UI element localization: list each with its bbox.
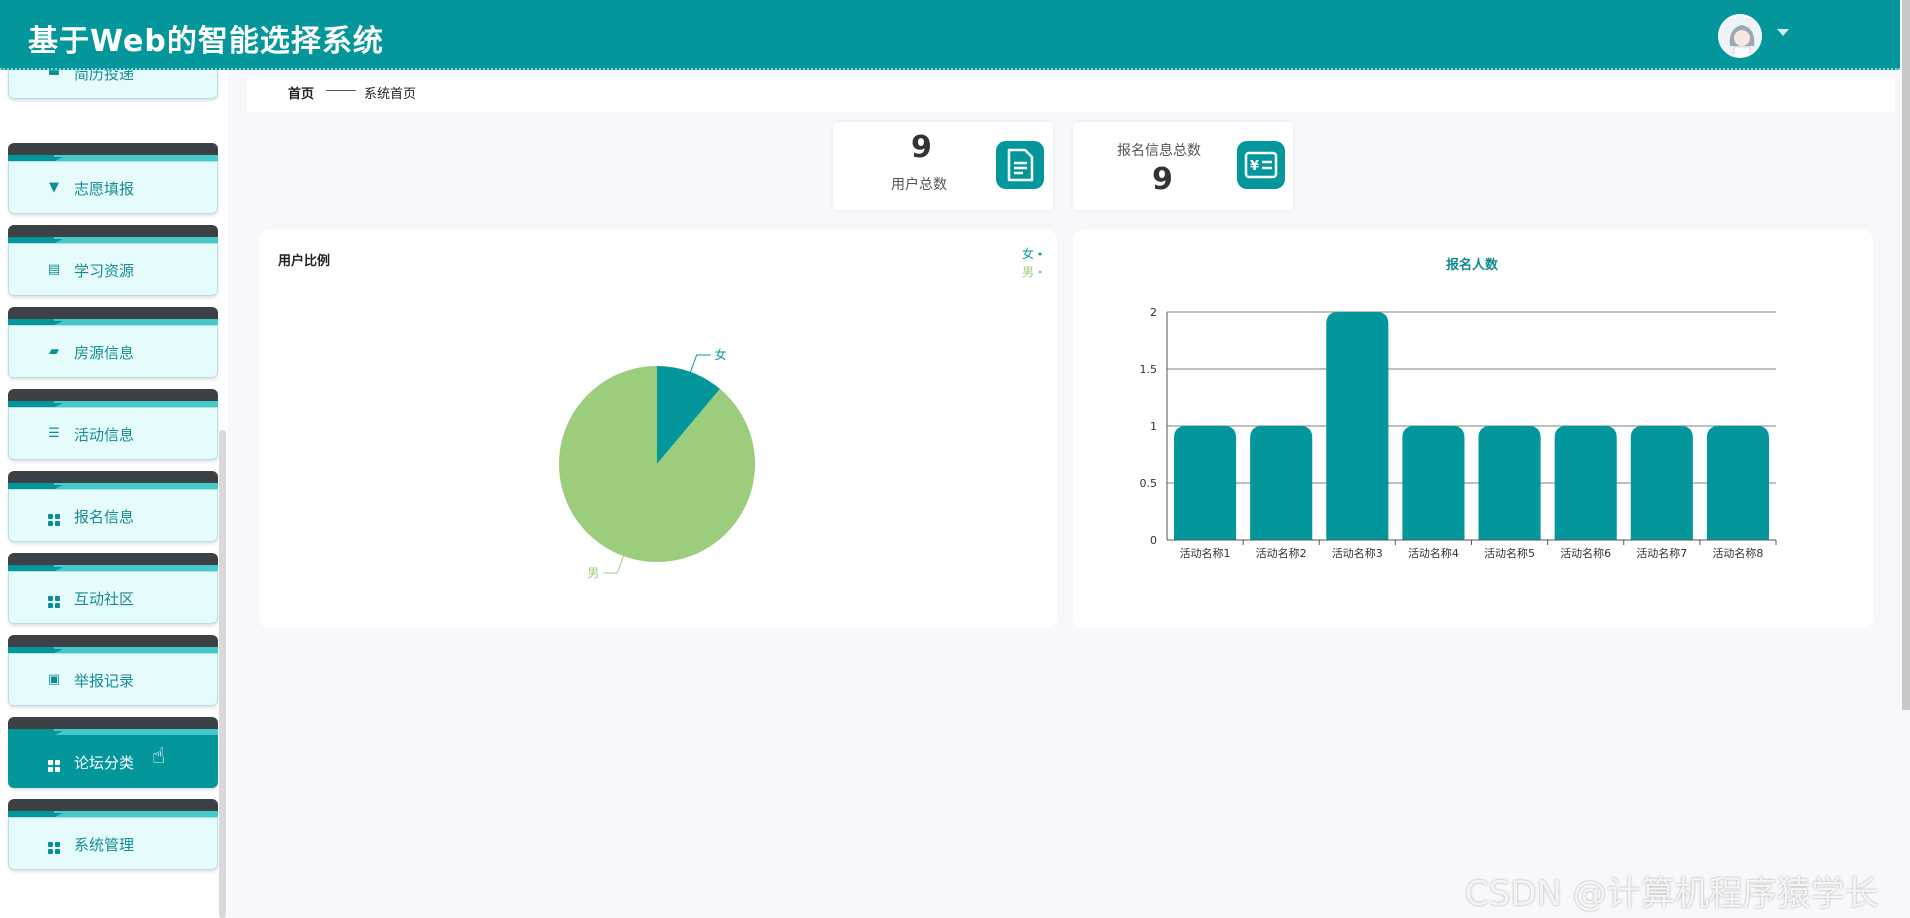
sidebar-item-resume[interactable]: ▬ 简历投递: [8, 70, 218, 99]
sidebar-item-volunteer[interactable]: ▼ 志愿填报: [8, 143, 218, 214]
page-scrollbar[interactable]: [1902, 0, 1910, 710]
document-icon: [996, 141, 1044, 189]
breadcrumb: [247, 78, 1895, 112]
pie-chart: 女男女男: [558, 246, 1042, 580]
pie-slice-label: 男: [587, 566, 599, 580]
clipboard-x-icon: ▣: [47, 672, 61, 687]
stat-card-users: 9 用户总数: [833, 122, 1053, 210]
chevron-down-icon[interactable]: [1777, 29, 1789, 36]
y-tick-label: 1: [1150, 420, 1157, 433]
pie-slice-label: 女: [715, 347, 727, 362]
clipboard-icon: ▤: [47, 262, 61, 277]
sidebar-item-label: 论坛分类: [74, 754, 135, 772]
sidebar-item-forum-category[interactable]: 论坛分类: [8, 717, 218, 788]
legend-item[interactable]: 男: [1022, 265, 1034, 279]
pie-label-line: [603, 555, 624, 574]
x-tick-label: 活动名称1: [1180, 546, 1231, 560]
sidebar-item-label: 简历投递: [74, 70, 135, 83]
sidebar-item-label: 互动社区: [74, 590, 135, 608]
y-tick-label: 1.5: [1140, 363, 1158, 376]
bar[interactable]: [1478, 426, 1541, 540]
grid-icon: [47, 509, 61, 526]
ticket-icon: ▰: [49, 344, 59, 359]
signup-count-panel: 报名人数 0 0.5 1 1.5 2 活动名称1 活动名称2 活动名称3 活动名称4 活动名称5 活…: [1073, 230, 1873, 628]
app-title: 基于Web的智能选择系统: [28, 24, 384, 59]
user-ratio-panel: 用户比例 女男女男: [259, 230, 1057, 628]
grid-icon: [47, 837, 61, 854]
x-tick-label: 活动名称8: [1712, 546, 1763, 560]
sidebar-item-reports[interactable]: ▣ 举报记录: [8, 635, 218, 706]
hand-cursor-icon: ☝: [152, 744, 166, 769]
x-tick-label: 活动名称4: [1408, 546, 1459, 560]
sidebar-item-study[interactable]: ▤ 学习资源: [8, 225, 218, 296]
user-avatar[interactable]: [1718, 14, 1762, 58]
sidebar-item-label: 活动信息: [74, 426, 135, 444]
y-tick-label: 0: [1150, 534, 1157, 547]
stat-value: 9: [1152, 162, 1173, 197]
stat-label: 用户总数: [891, 177, 947, 193]
bar[interactable]: [1402, 426, 1465, 540]
grid-icon: [47, 755, 61, 772]
bar[interactable]: [1706, 426, 1769, 540]
pie-label-line: [690, 354, 711, 373]
avatar-image: [1720, 16, 1760, 56]
bar[interactable]: [1630, 426, 1693, 540]
pie-slice[interactable]: [558, 366, 755, 562]
monitor-icon: ▬: [47, 70, 61, 80]
sidebar-item-label: 系统管理: [74, 836, 135, 854]
grid-icon: [47, 591, 61, 608]
sidebar-item-system[interactable]: 系统管理: [8, 799, 218, 870]
bar-chart: 0 0.5 1 1.5 2 活动名称1 活动名称2 活动名称3 活动名称4 活动名称5 活动名称6 活…: [1140, 306, 1777, 560]
y-tick-label: 0.5: [1140, 477, 1158, 490]
sidebar: ▬ 简历投递 ▼ 志愿填报 ▤ 学习资源 ▰ 房源信息 ☰ 活动信息 报名信息 …: [0, 70, 228, 918]
x-tick-label: 活动名称7: [1636, 546, 1687, 560]
stat-value: 9: [911, 130, 932, 165]
list-icon: ☰: [48, 426, 60, 441]
legend-marker: [1038, 270, 1042, 274]
sidebar-item-community[interactable]: 互动社区: [8, 553, 218, 624]
sidebar-item-label: 志愿填报: [74, 180, 135, 198]
legend-marker: [1038, 252, 1042, 256]
stat-label: 报名信息总数: [1117, 143, 1201, 159]
x-tick-label: 活动名称6: [1560, 546, 1611, 560]
svg-text:¥: ¥: [1250, 159, 1259, 174]
sidebar-item-label: 报名信息: [74, 508, 135, 526]
bar[interactable]: [1326, 312, 1389, 540]
sidebar-item-housing[interactable]: ▰ 房源信息: [8, 307, 218, 378]
stat-card-signups: 报名信息总数 9 ¥: [1073, 122, 1293, 210]
breadcrumb-separator: [326, 90, 356, 91]
sidebar-item-signup[interactable]: 报名信息: [8, 471, 218, 542]
x-tick-label: 活动名称2: [1256, 546, 1307, 560]
sidebar-scrollbar[interactable]: [219, 430, 226, 918]
sidebar-item-label: 学习资源: [74, 262, 135, 280]
yen-card-icon: ¥: [1237, 141, 1285, 189]
bar[interactable]: [1554, 426, 1617, 540]
breadcrumb-home[interactable]: 首页: [288, 83, 314, 102]
x-tick-label: 活动名称5: [1484, 546, 1535, 560]
legend-item[interactable]: 女: [1022, 246, 1034, 261]
sidebar-item-label: 举报记录: [74, 672, 135, 690]
bar[interactable]: [1174, 426, 1237, 540]
x-tick-label: 活动名称3: [1332, 546, 1383, 560]
pin-icon: ▼: [49, 180, 59, 195]
y-tick-label: 2: [1150, 306, 1157, 319]
top-header: 基于Web的智能选择系统: [0, 0, 1900, 70]
breadcrumb-current: 系统首页: [364, 87, 417, 102]
watermark: CSDN @计算机程序猿学长: [1465, 874, 1879, 914]
sidebar-item-label: 房源信息: [74, 344, 135, 362]
bar[interactable]: [1250, 426, 1313, 540]
sidebar-item-activity[interactable]: ☰ 活动信息: [8, 389, 218, 460]
